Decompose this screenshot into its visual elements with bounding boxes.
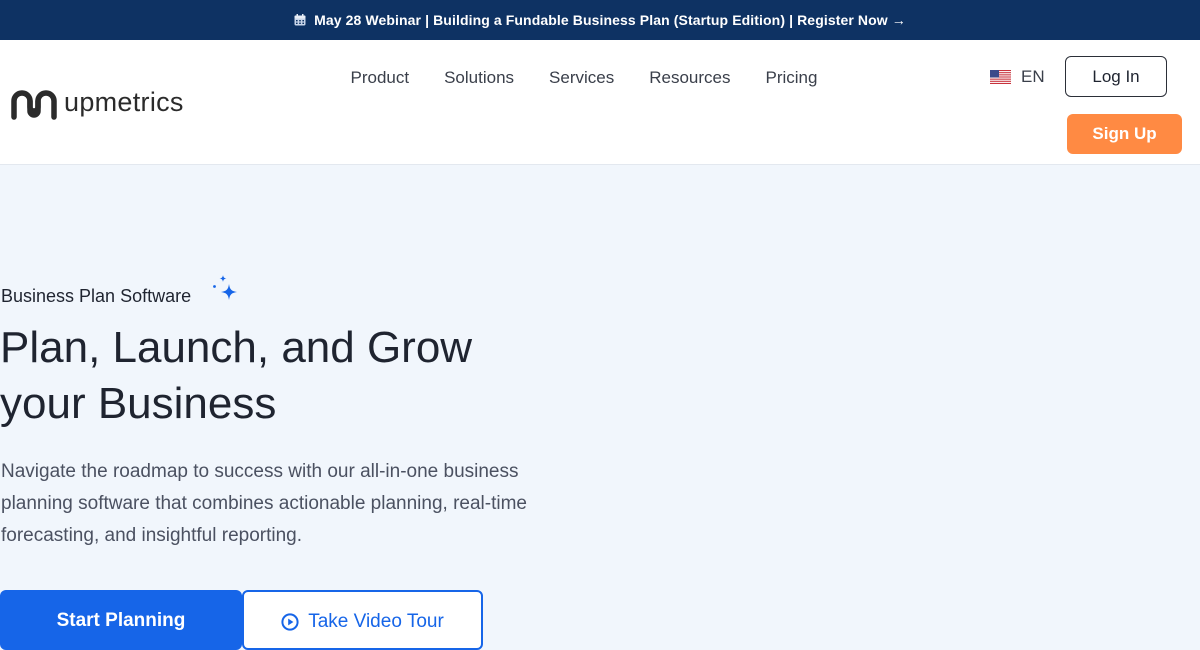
calendar-icon [294, 14, 306, 26]
announcement-bar[interactable]: May 28 Webinar | Building a Fundable Bus… [0, 0, 1200, 40]
nav-resources[interactable]: Resources [632, 68, 748, 88]
play-icon [281, 613, 299, 631]
hero-description: Navigate the roadmap to success with our… [1, 461, 527, 546]
nav-pricing[interactable]: Pricing [748, 68, 835, 88]
language-label: EN [1021, 67, 1045, 86]
video-tour-button[interactable]: Take Video Tour [242, 590, 483, 650]
language-selector[interactable]: EN [990, 67, 1045, 87]
hero-title-line-2: your Business [0, 379, 277, 428]
hero-title: Plan, Launch, and Grow your Business [0, 320, 560, 432]
logo[interactable]: upmetrics [10, 81, 184, 123]
logo-wordmark: upmetrics [64, 86, 184, 117]
announcement-link[interactable]: May 28 Webinar | Building a Fundable Bus… [314, 12, 906, 28]
nav-solutions[interactable]: Solutions [427, 68, 532, 88]
site-header: upmetrics Product Solutions Services Res… [0, 40, 1200, 165]
start-planning-button[interactable]: Start Planning [0, 590, 242, 650]
login-button[interactable]: Log In [1065, 56, 1167, 97]
nav-product[interactable]: Product [333, 68, 427, 88]
hero-eyebrow: Business Plan Software [1, 286, 192, 306]
hero-title-line-1: Plan, Launch, and Grow [0, 323, 473, 372]
main-nav: Product Solutions Services Resources Pri… [333, 64, 835, 92]
upmetrics-logo-icon [11, 90, 57, 120]
signup-button[interactable]: Sign Up [1067, 114, 1182, 154]
nav-services[interactable]: Services [532, 68, 632, 88]
us-flag-icon [990, 70, 1011, 84]
sparkle-icon [213, 275, 237, 300]
video-tour-label: Take Video Tour [308, 611, 444, 632]
